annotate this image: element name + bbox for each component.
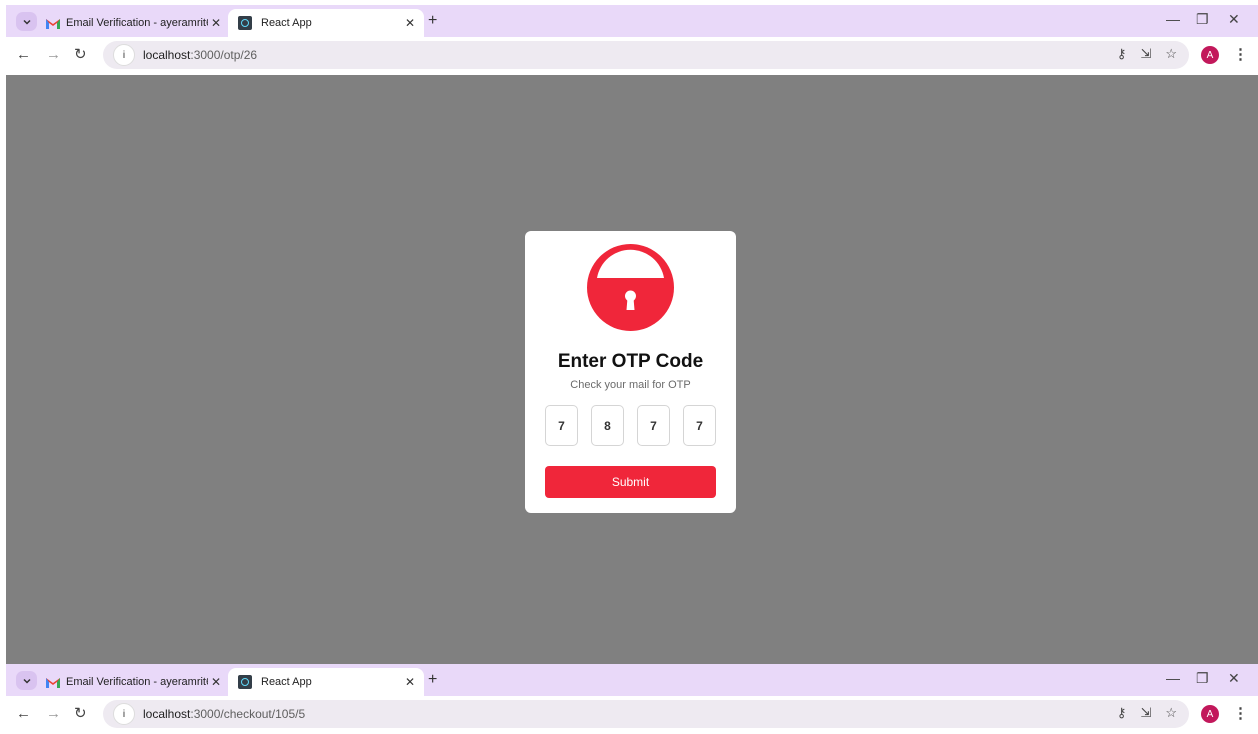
close-icon[interactable]: ✕ xyxy=(208,16,224,30)
profile-avatar[interactable]: A xyxy=(1201,705,1219,723)
tab-strip: Email Verification - ayeramrit69 ✕ React… xyxy=(6,664,1258,696)
site-info-icon[interactable]: i xyxy=(113,44,135,66)
restore-icon[interactable]: ❐ xyxy=(1196,670,1209,687)
tab-label: Email Verification - ayeramrit69 xyxy=(66,17,208,29)
tab-label: React App xyxy=(261,676,312,688)
browser-window-top: Email Verification - ayeramrit69 ✕ React… xyxy=(6,5,1258,75)
key-icon[interactable]: ⚷ xyxy=(1117,705,1127,721)
window-close-icon[interactable]: ✕ xyxy=(1228,11,1240,28)
otp-card: Enter OTP Code Check your mail for OTP 7… xyxy=(525,231,736,513)
page-viewport: Enter OTP Code Check your mail for OTP 7… xyxy=(6,75,1258,664)
close-icon[interactable]: ✕ xyxy=(402,675,418,689)
back-arrow-icon[interactable]: ← xyxy=(16,47,31,63)
url-text: localhost:3000/checkout/105/5 xyxy=(143,707,306,721)
react-icon xyxy=(238,16,252,30)
chevron-down-icon xyxy=(22,678,31,684)
forward-arrow-icon[interactable]: → xyxy=(46,706,61,722)
tab-search-button[interactable] xyxy=(16,671,37,690)
address-bar: ← → ↻ i localhost:3000/checkout/105/5 ⚷ … xyxy=(6,696,1258,734)
chevron-down-icon xyxy=(22,19,31,25)
reload-icon[interactable]: ↻ xyxy=(74,47,87,63)
tab-email-verification[interactable]: Email Verification - ayeramrit69 ✕ xyxy=(40,668,230,696)
otp-digit-1[interactable]: 7 xyxy=(545,405,578,446)
tab-label: React App xyxy=(261,17,312,29)
site-info-icon[interactable]: i xyxy=(113,703,135,725)
new-tab-button[interactable]: + xyxy=(428,13,437,29)
otp-title: Enter OTP Code xyxy=(557,351,704,372)
menu-kebab-icon[interactable]: ⋮ xyxy=(1233,45,1248,63)
otp-subtitle: Check your mail for OTP xyxy=(570,379,691,391)
close-icon[interactable]: ✕ xyxy=(208,675,224,689)
otp-input-group: 7 8 7 7 xyxy=(545,405,716,446)
bookmark-star-icon[interactable]: ☆ xyxy=(1165,705,1177,721)
install-app-icon[interactable]: ⇲ xyxy=(1140,705,1151,721)
tab-react-app[interactable]: React App ✕ xyxy=(228,668,424,696)
tab-react-app[interactable]: React App ✕ xyxy=(228,9,424,37)
key-icon[interactable]: ⚷ xyxy=(1117,46,1127,62)
otp-digit-3[interactable]: 7 xyxy=(637,405,670,446)
react-icon xyxy=(238,675,252,689)
window-close-icon[interactable]: ✕ xyxy=(1228,670,1240,687)
omnibox-actions: ⚷ ⇲ ☆ xyxy=(1117,705,1177,721)
bookmark-star-icon[interactable]: ☆ xyxy=(1165,46,1177,62)
lock-icon xyxy=(587,244,674,331)
submit-button[interactable]: Submit xyxy=(545,466,716,498)
browser-window-bottom: Email Verification - ayeramrit69 ✕ React… xyxy=(6,664,1258,734)
tab-email-verification[interactable]: Email Verification - ayeramrit69 ✕ xyxy=(40,9,230,37)
profile-avatar[interactable]: A xyxy=(1201,46,1219,64)
menu-kebab-icon[interactable]: ⋮ xyxy=(1233,704,1248,722)
gmail-icon xyxy=(46,677,60,688)
install-app-icon[interactable]: ⇲ xyxy=(1140,46,1151,62)
tab-search-button[interactable] xyxy=(16,12,37,31)
url-text: localhost:3000/otp/26 xyxy=(143,48,258,62)
url-field[interactable]: i localhost:3000/otp/26 ⚷ ⇲ ☆ xyxy=(103,41,1189,69)
reload-icon[interactable]: ↻ xyxy=(74,706,87,722)
forward-arrow-icon[interactable]: → xyxy=(46,47,61,63)
tab-label: Email Verification - ayeramrit69 xyxy=(66,676,208,688)
minimize-icon[interactable]: — xyxy=(1166,670,1180,686)
back-arrow-icon[interactable]: ← xyxy=(16,706,31,722)
restore-icon[interactable]: ❐ xyxy=(1196,11,1209,28)
otp-digit-4[interactable]: 7 xyxy=(683,405,716,446)
url-field[interactable]: i localhost:3000/checkout/105/5 ⚷ ⇲ ☆ xyxy=(103,700,1189,728)
address-bar: ← → ↻ i localhost:3000/otp/26 ⚷ ⇲ ☆ A ⋮ xyxy=(6,37,1258,75)
tab-strip: Email Verification - ayeramrit69 ✕ React… xyxy=(6,5,1258,37)
close-icon[interactable]: ✕ xyxy=(402,16,418,30)
minimize-icon[interactable]: — xyxy=(1166,11,1180,27)
gmail-icon xyxy=(46,18,60,29)
otp-digit-2[interactable]: 8 xyxy=(591,405,624,446)
new-tab-button[interactable]: + xyxy=(428,672,437,688)
omnibox-actions: ⚷ ⇲ ☆ xyxy=(1117,46,1177,62)
